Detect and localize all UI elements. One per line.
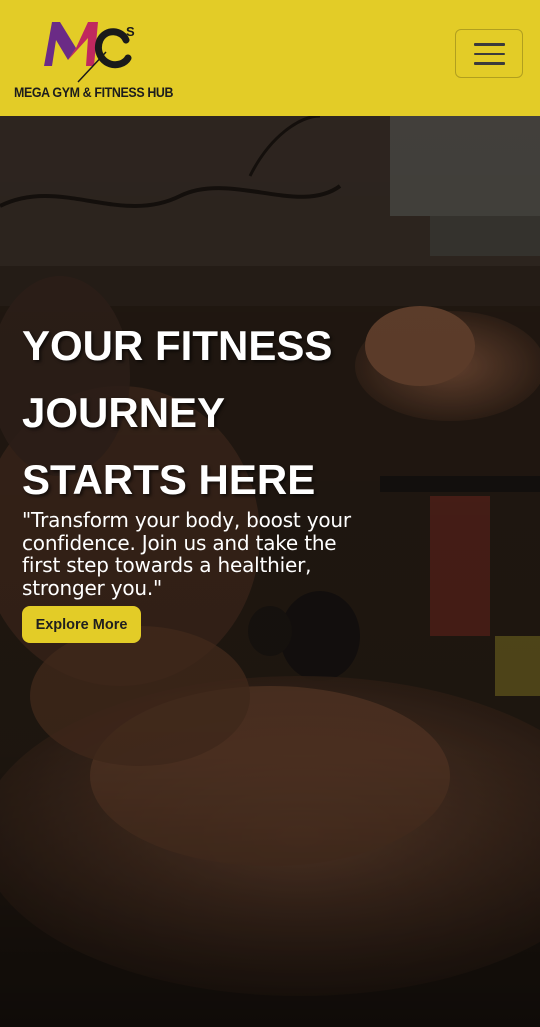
hero-section: YOUR FITNESS JOURNEY STARTS HERE "Transf…	[0, 116, 540, 1027]
hero-quote: "Transform your body, boost your confide…	[22, 508, 351, 600]
brand-logo-link[interactable]: S MEGA GYM & FITNESS HUB	[14, 14, 174, 104]
hero-title-line: JOURNEY	[22, 389, 226, 436]
menu-toggle-button[interactable]	[455, 29, 523, 78]
explore-more-button[interactable]: Explore More	[22, 606, 141, 643]
logo-superscript: S	[126, 24, 135, 39]
hero-title: YOUR FITNESS JOURNEY STARTS HERE	[22, 312, 362, 513]
brand-logo-icon: S	[44, 22, 135, 83]
navbar: S MEGA GYM & FITNESS HUB	[0, 0, 540, 116]
hero-title-line: YOUR FITNESS	[22, 322, 333, 369]
hero-title-line: STARTS HERE	[22, 456, 316, 503]
brand-name: MEGA GYM & FITNESS HUB	[14, 85, 174, 100]
